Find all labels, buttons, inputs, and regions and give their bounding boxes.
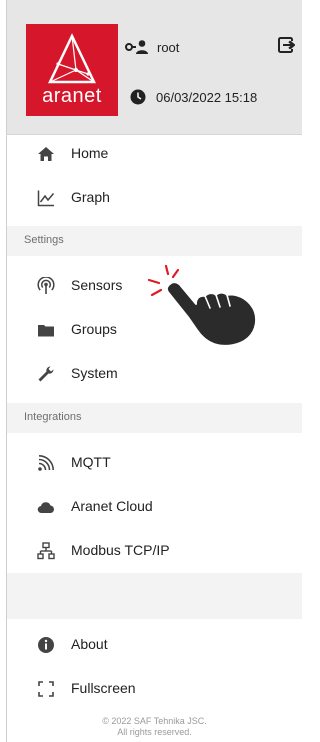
- menu-label-about: About: [71, 636, 108, 652]
- aranet-logo[interactable]: aranet: [26, 24, 118, 116]
- menu-label-aranet-cloud: Aranet Cloud: [71, 498, 153, 514]
- current-datetime: 06/03/2022 15:18: [156, 89, 258, 105]
- menu-label-sensors: Sensors: [71, 277, 123, 293]
- copyright-line-2: All rights reserved.: [117, 727, 192, 737]
- menu-label-home: Home: [71, 145, 109, 161]
- section-header-settings: Settings: [7, 226, 302, 256]
- menu-item-graph[interactable]: Graph: [7, 175, 302, 219]
- menu-item-about[interactable]: About: [7, 622, 302, 666]
- section-label-settings: Settings: [24, 234, 64, 246]
- section-header-integrations: Integrations: [7, 403, 302, 433]
- menu-label-graph: Graph: [71, 189, 110, 205]
- user-info: root: [125, 36, 295, 58]
- menu-item-system[interactable]: System: [7, 351, 302, 395]
- graph-icon: [37, 190, 55, 207]
- logout-icon[interactable]: [277, 36, 295, 54]
- menu-spacer: [7, 573, 302, 619]
- fullscreen-icon: [38, 681, 54, 697]
- logo-text: aranet: [42, 85, 102, 107]
- menu-label-modbus: Modbus TCP/IP: [71, 542, 170, 558]
- menu-item-home[interactable]: Home: [7, 131, 302, 175]
- sensor-icon: [37, 277, 55, 294]
- user-name: root: [157, 39, 180, 55]
- menu-item-fullscreen[interactable]: Fullscreen: [7, 666, 302, 710]
- menu-item-mqtt[interactable]: MQTT: [7, 440, 302, 484]
- wrench-icon: [38, 366, 54, 382]
- rss-icon: [38, 455, 54, 471]
- section-label-integrations: Integrations: [24, 411, 82, 423]
- cloud-icon: [37, 502, 54, 514]
- home-icon: [38, 147, 54, 161]
- menu-label-system: System: [71, 365, 118, 381]
- datetime-info: 06/03/2022 15:18: [130, 87, 300, 107]
- sidebar-header: aranet root 06/03/2022 15:18: [7, 0, 302, 135]
- copyright-line-1: © 2022 SAF Tehnika JSC.: [102, 716, 207, 726]
- clock-icon: [130, 89, 146, 105]
- user-key-icon: [125, 40, 148, 54]
- menu-label-fullscreen: Fullscreen: [71, 680, 136, 696]
- menu-label-groups: Groups: [71, 321, 117, 337]
- info-icon: [38, 637, 54, 653]
- menu-label-mqtt: MQTT: [71, 454, 111, 470]
- network-icon: [37, 542, 55, 560]
- copyright-footer: © 2022 SAF Tehnika JSC. All rights reser…: [7, 716, 302, 738]
- menu-item-aranet-cloud[interactable]: Aranet Cloud: [7, 484, 302, 528]
- menu-item-modbus[interactable]: Modbus TCP/IP: [7, 528, 302, 572]
- tap-hand-icon: [147, 264, 257, 347]
- folder-icon: [38, 325, 54, 337]
- sidebar-panel: aranet root 06/03/2022 15:18 Home Graph …: [0, 0, 302, 742]
